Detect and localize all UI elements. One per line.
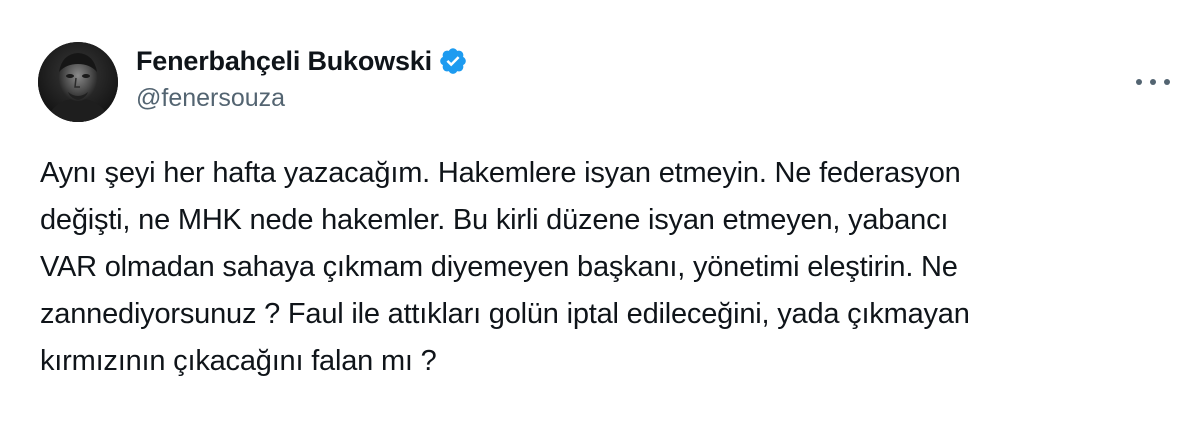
more-dot <box>1164 79 1170 85</box>
more-options-icon[interactable] <box>1136 72 1170 92</box>
tweet-text-line: değişti, ne MHK nede hakemler. Bu kirli … <box>40 204 949 236</box>
tweet-card: Fenerbahçeli Bukowski @fenersouza Aynı ş… <box>0 0 1200 424</box>
author-handle[interactable]: @fenersouza <box>136 84 285 113</box>
more-dot <box>1136 79 1142 85</box>
more-dot <box>1150 79 1156 85</box>
avatar-photo <box>38 42 118 122</box>
author-name-row: Fenerbahçeli Bukowski <box>136 44 468 78</box>
author-display-name[interactable]: Fenerbahçeli Bukowski <box>136 46 432 77</box>
verified-badge-icon[interactable] <box>438 46 468 76</box>
tweet-text-line: kırmızının çıkacağını falan mı ? <box>40 345 437 377</box>
tweet-text-line: Aynı şeyi her hafta yazacağım. Hakemlere… <box>40 157 961 189</box>
tweet-text-line: zannediyorsunuz ? Faul ile attıkları gol… <box>40 298 970 330</box>
tweet-text-line: VAR olmadan sahaya çıkmam diyemeyen başk… <box>40 251 958 283</box>
avatar[interactable] <box>38 42 118 122</box>
tweet-text: Aynı şeyi her hafta yazacağım. Hakemlere… <box>40 150 1170 385</box>
